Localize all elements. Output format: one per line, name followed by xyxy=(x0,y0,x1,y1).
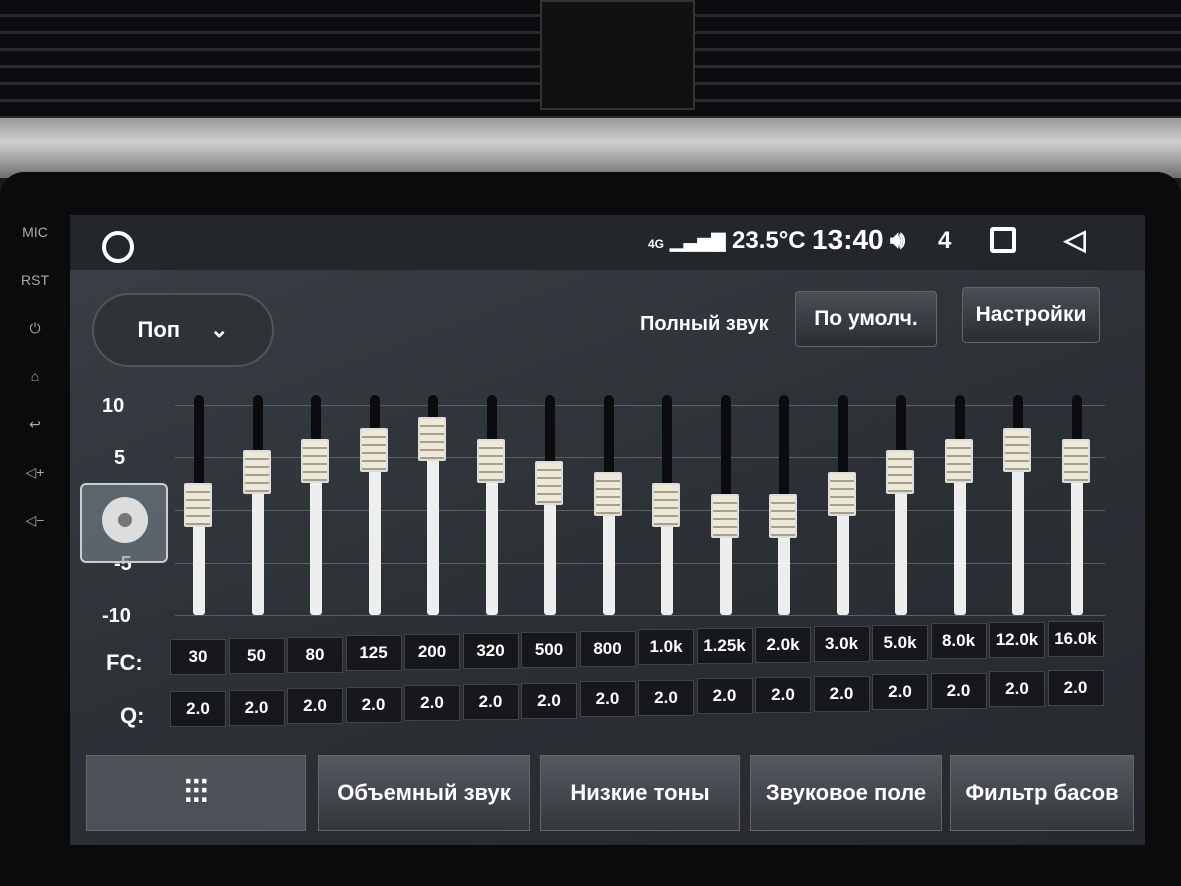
back-nav-icon[interactable]: ◁ xyxy=(1064,223,1086,256)
equalizer-icon: ⫶⫶⫶ xyxy=(183,774,208,810)
tab-bass[interactable]: Низкие тоны xyxy=(540,755,740,831)
full-sound-label: Полный звук xyxy=(640,313,769,335)
bottom-tabs: ⫶⫶⫶ Объемный звук Низкие тоны Звуковое п… xyxy=(86,755,1136,835)
slider-handle[interactable] xyxy=(242,450,271,494)
rst-button[interactable]: RST xyxy=(10,270,60,318)
volume-icon[interactable]: 🔊︎ xyxy=(890,227,905,255)
tab-equalizer[interactable]: ⫶⫶⫶ xyxy=(86,755,306,831)
slider-handle[interactable] xyxy=(769,494,797,538)
power-icon[interactable]: ⏻ xyxy=(10,318,60,366)
status-bar: 4G ▁▃▅▇ 23.5°C 13:40 🔊︎ 4 ◁ xyxy=(70,215,1145,270)
axis-tick: -10 xyxy=(102,605,131,627)
volume-up-icon[interactable]: ◁+ xyxy=(10,462,60,510)
temperature: 23.5°C xyxy=(732,227,806,254)
slider-handle[interactable] xyxy=(1003,428,1031,472)
fc-value[interactable]: 500 xyxy=(521,631,577,668)
recent-apps-icon[interactable] xyxy=(990,227,1016,253)
vent-controls xyxy=(540,0,695,110)
speaker-icon xyxy=(102,497,148,543)
q-value[interactable]: 2.0 xyxy=(287,688,343,725)
fc-value[interactable]: 800 xyxy=(579,630,636,667)
signal-icon: ▁▃▅▇ xyxy=(670,231,726,251)
preset-value: Поп xyxy=(137,317,181,342)
volume-level: 4 xyxy=(938,227,952,254)
settings-button[interactable]: Настройки xyxy=(962,287,1100,343)
fc-value[interactable]: 12.0k xyxy=(989,622,1045,659)
axis-tick: 10 xyxy=(102,395,125,417)
tab-sound-field[interactable]: Звуковое поле xyxy=(750,755,942,831)
q-value[interactable]: 2.0 xyxy=(462,684,519,720)
slider-handle[interactable] xyxy=(184,483,212,527)
slider-handle[interactable] xyxy=(710,494,739,538)
slider-track-lower[interactable] xyxy=(427,439,439,615)
tab-surround[interactable]: Объемный звук xyxy=(318,755,530,831)
fc-value[interactable]: 200 xyxy=(404,634,460,671)
fc-value[interactable]: 30 xyxy=(170,639,226,675)
q-value[interactable]: 2.0 xyxy=(638,679,694,716)
default-button[interactable]: По умолч. xyxy=(795,291,937,347)
fc-value[interactable]: 320 xyxy=(462,633,519,669)
network-type: 4G xyxy=(648,237,665,251)
q-value[interactable]: 2.0 xyxy=(521,682,577,719)
tab-bass-filter[interactable]: Фильтр басов xyxy=(950,755,1134,831)
q-value[interactable]: 2.0 xyxy=(228,689,285,726)
q-value[interactable]: 2.0 xyxy=(404,685,460,722)
q-value[interactable]: 2.0 xyxy=(1047,670,1104,706)
slider-handle[interactable] xyxy=(301,439,329,483)
q-value[interactable]: 2.0 xyxy=(170,691,226,727)
slider-handle[interactable] xyxy=(359,428,388,472)
q-value[interactable]: 2.0 xyxy=(696,678,753,715)
fc-value[interactable]: 3.0k xyxy=(813,625,870,662)
fc-label: FC: xyxy=(106,650,143,675)
slider-handle[interactable] xyxy=(1061,439,1090,483)
q-value[interactable]: 2.0 xyxy=(989,671,1045,708)
slider-track-lower[interactable] xyxy=(485,461,498,615)
dashboard-trim xyxy=(0,118,1181,178)
fc-value[interactable]: 50 xyxy=(228,637,285,674)
home-icon[interactable]: ⌂ xyxy=(10,366,60,414)
slider-handle[interactable] xyxy=(886,450,914,494)
grid-line xyxy=(175,615,1105,616)
slider-track-lower[interactable] xyxy=(310,461,322,615)
fc-value[interactable]: 16.0k xyxy=(1047,621,1104,657)
slider-handle[interactable] xyxy=(827,472,856,516)
slider-track-lower[interactable] xyxy=(953,461,966,615)
slider-handle[interactable] xyxy=(944,439,973,483)
clock: 13:40 xyxy=(812,224,884,255)
q-value[interactable]: 2.0 xyxy=(872,674,928,711)
fc-value[interactable]: 125 xyxy=(345,635,402,672)
fc-value[interactable]: 80 xyxy=(287,636,343,673)
back-icon[interactable]: ↩ xyxy=(10,414,60,462)
volume-down-icon[interactable]: ◁− xyxy=(10,510,60,558)
mic-label: MIC xyxy=(22,224,48,240)
q-value[interactable]: 2.0 xyxy=(755,677,811,713)
q-value[interactable]: 2.0 xyxy=(930,672,987,709)
chevron-down-icon: ⌄ xyxy=(210,317,229,342)
preset-dropdown[interactable]: Поп ⌄ xyxy=(92,293,274,367)
equalizer-screen: 4G ▁▃▅▇ 23.5°C 13:40 🔊︎ 4 ◁ Поп ⌄ Полный… xyxy=(70,215,1145,845)
q-value[interactable]: 2.0 xyxy=(813,675,870,712)
q-value[interactable]: 2.0 xyxy=(345,686,402,723)
bezel-side-buttons: MIC RST ⏻ ⌂ ↩ ◁+ ◁− xyxy=(10,222,60,558)
q-value[interactable]: 2.0 xyxy=(579,681,636,718)
fc-value[interactable]: 1.25k xyxy=(696,628,753,665)
slider-handle[interactable] xyxy=(476,439,505,483)
axis-tick: 5 xyxy=(114,447,126,469)
speaker-float-button[interactable] xyxy=(80,483,168,563)
slider-track-lower[interactable] xyxy=(1070,461,1083,615)
fc-value[interactable]: 8.0k xyxy=(930,623,987,660)
fc-value[interactable]: 2.0k xyxy=(755,627,811,663)
slider-handle[interactable] xyxy=(418,417,446,461)
slider-track-lower[interactable] xyxy=(1012,450,1024,615)
home-circle-button[interactable] xyxy=(102,231,134,263)
slider-handle[interactable] xyxy=(535,461,563,505)
fc-value[interactable]: 1.0k xyxy=(638,629,694,666)
fc-value[interactable]: 5.0k xyxy=(872,624,928,661)
q-label: Q: xyxy=(120,703,145,728)
slider-track-lower[interactable] xyxy=(368,450,381,615)
slider-handle[interactable] xyxy=(652,483,680,527)
air-vent xyxy=(0,0,1181,120)
slider-handle[interactable] xyxy=(593,472,622,516)
